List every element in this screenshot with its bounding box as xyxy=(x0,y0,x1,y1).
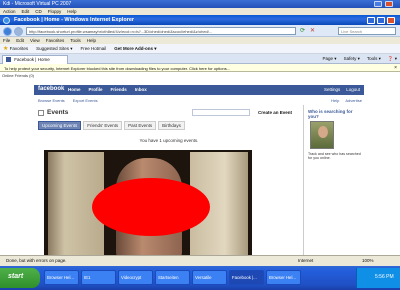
tools-menu[interactable]: Tools ▾ xyxy=(367,56,381,62)
events-main-column: Events Create an Event Upcoming Events F… xyxy=(34,105,304,255)
export-events-link[interactable]: Export Events xyxy=(73,98,98,103)
clock[interactable]: 5:56 PM xyxy=(375,274,394,280)
settings-link[interactable]: Settings xyxy=(324,87,340,92)
nav-profile[interactable]: Profile xyxy=(89,87,103,92)
security-zone: Internet xyxy=(298,258,314,263)
tab-birthdays[interactable]: Birthdays xyxy=(158,121,185,130)
facebook-favicon-icon xyxy=(6,57,11,63)
suggested-sites-link[interactable]: Suggested Sites ▾ xyxy=(36,46,72,52)
system-tray: 5:56 PM xyxy=(356,268,400,288)
menu-help[interactable]: Help xyxy=(87,38,96,43)
status-text: Done, but with errors on page. xyxy=(6,258,67,263)
vm-close-button[interactable] xyxy=(385,1,393,7)
menu-edit[interactable]: Edit xyxy=(16,38,24,43)
status-bar: Done, but with errors on page. Internet … xyxy=(0,255,400,266)
security-infobar[interactable]: To help protect your security, Internet … xyxy=(0,64,400,72)
tab-facebook-home[interactable]: Facebook | Home xyxy=(2,55,68,64)
tab-past-events[interactable]: Past Events xyxy=(124,121,157,130)
vm-menu-action[interactable]: Action xyxy=(3,9,16,14)
events-search-input[interactable] xyxy=(192,109,250,116)
events-tabs: Upcoming Events Friends' Events Past Eve… xyxy=(38,121,185,130)
account-links: Settings Logout xyxy=(324,87,360,92)
stop-icon[interactable]: ✕ xyxy=(310,27,315,34)
vm-minimize-button[interactable] xyxy=(374,1,382,7)
ad-description: Track and see who has searched for you o… xyxy=(308,152,361,161)
page-menu[interactable]: Page ▾ xyxy=(323,56,337,62)
menu-tools[interactable]: Tools xyxy=(70,38,81,43)
sidebar-ad: Who is searching for you? Track and see … xyxy=(306,105,364,255)
taskbar-item[interactable]: IE1 xyxy=(81,270,116,285)
favorites-button[interactable]: ★ Favorites xyxy=(3,45,28,52)
online-friends-link[interactable]: Online Friends (0) xyxy=(2,73,34,78)
taskbar-item[interactable]: Videocrypt xyxy=(118,270,153,285)
nav-home[interactable]: Home xyxy=(68,87,81,92)
vm-menu-help[interactable]: Help xyxy=(67,9,76,14)
event-photo[interactable] xyxy=(44,150,252,255)
vm-menu-edit[interactable]: Edit xyxy=(22,9,30,14)
menu-favorites[interactable]: Favorites xyxy=(46,38,65,43)
taskbar-items: Browser Hel... IE1 Videocrypt Startseite… xyxy=(44,270,301,285)
nav-friends[interactable]: Friends xyxy=(111,87,127,92)
upcoming-events-message: You have 1 upcoming events. xyxy=(139,138,199,143)
tab-bar: Facebook | Home Page ▾ Safety ▾ Tools ▾ … xyxy=(0,54,400,64)
create-event-button[interactable]: Create an Event xyxy=(258,110,292,115)
menu-view[interactable]: View xyxy=(30,38,40,43)
ad-title[interactable]: Who is searching for you? xyxy=(308,109,362,120)
nav-inbox[interactable]: Inbox xyxy=(135,87,147,92)
ie-menu-bar: File Edit View Favorites Tools Help xyxy=(0,37,400,44)
command-bar: Page ▾ Safety ▾ Tools ▾ ❓ ▾ xyxy=(323,56,397,62)
address-row: http://facebook.shorturl.profile.wsamayh… xyxy=(0,25,400,37)
safety-menu[interactable]: Safety ▾ xyxy=(344,56,360,62)
tab-upcoming-events[interactable]: Upcoming Events xyxy=(38,121,82,130)
ie-window-title: Facebook | Home - Windows Internet Explo… xyxy=(14,17,135,23)
start-button[interactable]: start xyxy=(0,268,40,288)
vm-title-bar: Kdi - Microsoft Virtual PC 2007 xyxy=(0,0,400,8)
browse-events-link[interactable]: Browse Events xyxy=(38,98,65,103)
events-subnav: Browse Events Export Events Help Adverti… xyxy=(34,97,364,104)
ie-title-bar: Facebook | Home - Windows Internet Explo… xyxy=(0,15,400,25)
vm-title: Kdi - Microsoft Virtual PC 2007 xyxy=(3,1,72,7)
page-content: Online Friends (0) facebook Home Profile… xyxy=(0,72,400,255)
ad-image[interactable] xyxy=(310,121,334,149)
vm-menu-cd[interactable]: CD xyxy=(35,9,42,14)
taskbar-item[interactable]: Browser Hel... xyxy=(44,270,79,285)
taskbar-item[interactable]: Versatile xyxy=(192,270,227,285)
star-icon: ★ xyxy=(3,46,9,52)
tab-friends-events[interactable]: Friends' Events xyxy=(83,121,123,130)
close-icon[interactable]: × xyxy=(394,65,397,71)
logout-link[interactable]: Logout xyxy=(346,87,360,92)
address-bar[interactable]: http://facebook.shorturl.profile.wsamayh… xyxy=(26,27,296,35)
free-hotmail-link[interactable]: Free Hotmail xyxy=(80,46,106,51)
search-input[interactable]: Live Search xyxy=(338,27,396,35)
taskbar-item[interactable]: Startseiten xyxy=(155,270,190,285)
advertise-link[interactable]: Advertise xyxy=(345,98,362,103)
facebook-logo[interactable]: facebook xyxy=(38,86,64,92)
vm-menu-bar: Action Edit CD Floppy Help xyxy=(0,8,400,15)
redaction-overlay xyxy=(92,178,210,236)
facebook-nav: Home Profile Friends Inbox xyxy=(68,87,147,92)
favorites-bar: ★ Favorites Suggested Sites ▾ Free Hotma… xyxy=(0,44,400,54)
maximize-button[interactable] xyxy=(377,17,385,24)
taskbar-item-active[interactable]: Facebook |... xyxy=(229,270,264,285)
ie-logo-icon xyxy=(3,17,10,24)
back-button[interactable] xyxy=(3,26,12,36)
menu-file[interactable]: File xyxy=(3,38,10,43)
help-menu[interactable]: ❓ ▾ xyxy=(388,56,397,62)
refresh-icon[interactable]: ⟳ xyxy=(300,27,305,34)
minimize-button[interactable] xyxy=(367,17,375,24)
page-title: Events xyxy=(47,109,69,116)
infobar-message: To help protect your security, Internet … xyxy=(4,65,231,71)
vm-menu-floppy[interactable]: Floppy xyxy=(48,9,62,14)
tab-label: Facebook | Home xyxy=(14,57,50,62)
facebook-header: facebook Home Profile Friends Inbox Sett… xyxy=(34,85,364,95)
get-more-addons-link[interactable]: Get More Add-ons ▾ xyxy=(114,46,156,52)
taskbar: start Browser Hel... IE1 Videocrypt Star… xyxy=(0,266,400,290)
zoom-level[interactable]: 100% xyxy=(362,258,374,263)
help-link[interactable]: Help xyxy=(331,98,339,103)
close-button[interactable] xyxy=(387,17,395,24)
forward-button[interactable] xyxy=(14,26,23,36)
taskbar-item[interactable]: Browser Hel... xyxy=(266,270,301,285)
